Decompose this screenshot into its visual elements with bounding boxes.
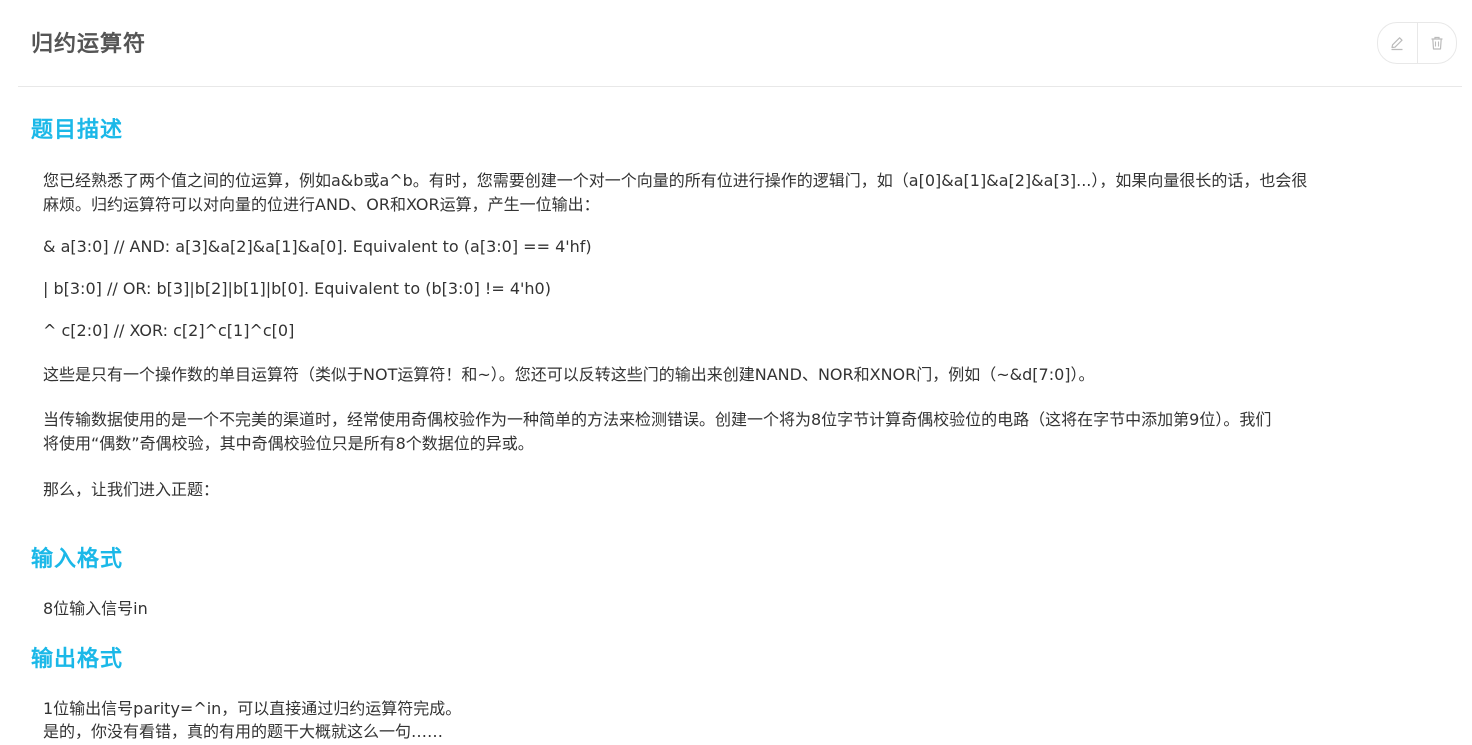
input-format-heading: 输入格式 (31, 547, 124, 572)
output-format-line-2: 是的，你没有看错，真的有用的题干大概就这么一句…… (43, 722, 444, 741)
parity-description-line-1: 当传输数据使用的是一个不完美的渠道时，经常使用奇偶校验作为一种简单的方法来检测错… (43, 410, 1272, 429)
delete-button[interactable] (1416, 23, 1457, 63)
output-format-heading: 输出格式 (31, 647, 124, 672)
code-or-example: | b[3:0] // OR: b[3]|b[2]|b[1]|b[0]. Equ… (43, 279, 551, 298)
code-and-example: & a[3:0] // AND: a[3]&a[2]&a[1]&a[0]. Eq… (43, 237, 592, 256)
description-line-1: 您已经熟悉了两个值之间的位运算，例如a&b或a^b。有时，您需要创建一个对一个向… (43, 171, 1308, 190)
description-heading: 题目描述 (31, 118, 124, 143)
closing-text: 那么，让我们进入正题： (43, 480, 220, 499)
trash-icon (1431, 36, 1443, 50)
description-line-2: 麻烦。归约运算符可以对向量的位进行AND、OR和XOR运算，产生一位输出： (43, 195, 600, 214)
pencil-icon (1391, 37, 1403, 51)
unary-operator-note: 这些是只有一个操作数的单目运算符（类似于NOT运算符！和~）。您还可以反转这些门… (43, 365, 1095, 384)
edit-button[interactable] (1378, 23, 1417, 63)
output-format-line-1: 1位输出信号parity=^in，可以直接通过归约运算符完成。 (43, 699, 462, 718)
page-header: 归约运算符 (18, 0, 1462, 87)
page-title: 归约运算符 (31, 32, 147, 57)
input-format-text: 8位输入信号in (43, 599, 148, 618)
code-xor-example: ^ c[2:0] // XOR: c[2]^c[1]^c[0] (43, 321, 295, 340)
action-button-group (1377, 22, 1457, 64)
parity-description-line-2: 将使用“偶数”奇偶校验，其中奇偶校验位只是所有8个数据位的异或。 (43, 434, 534, 453)
